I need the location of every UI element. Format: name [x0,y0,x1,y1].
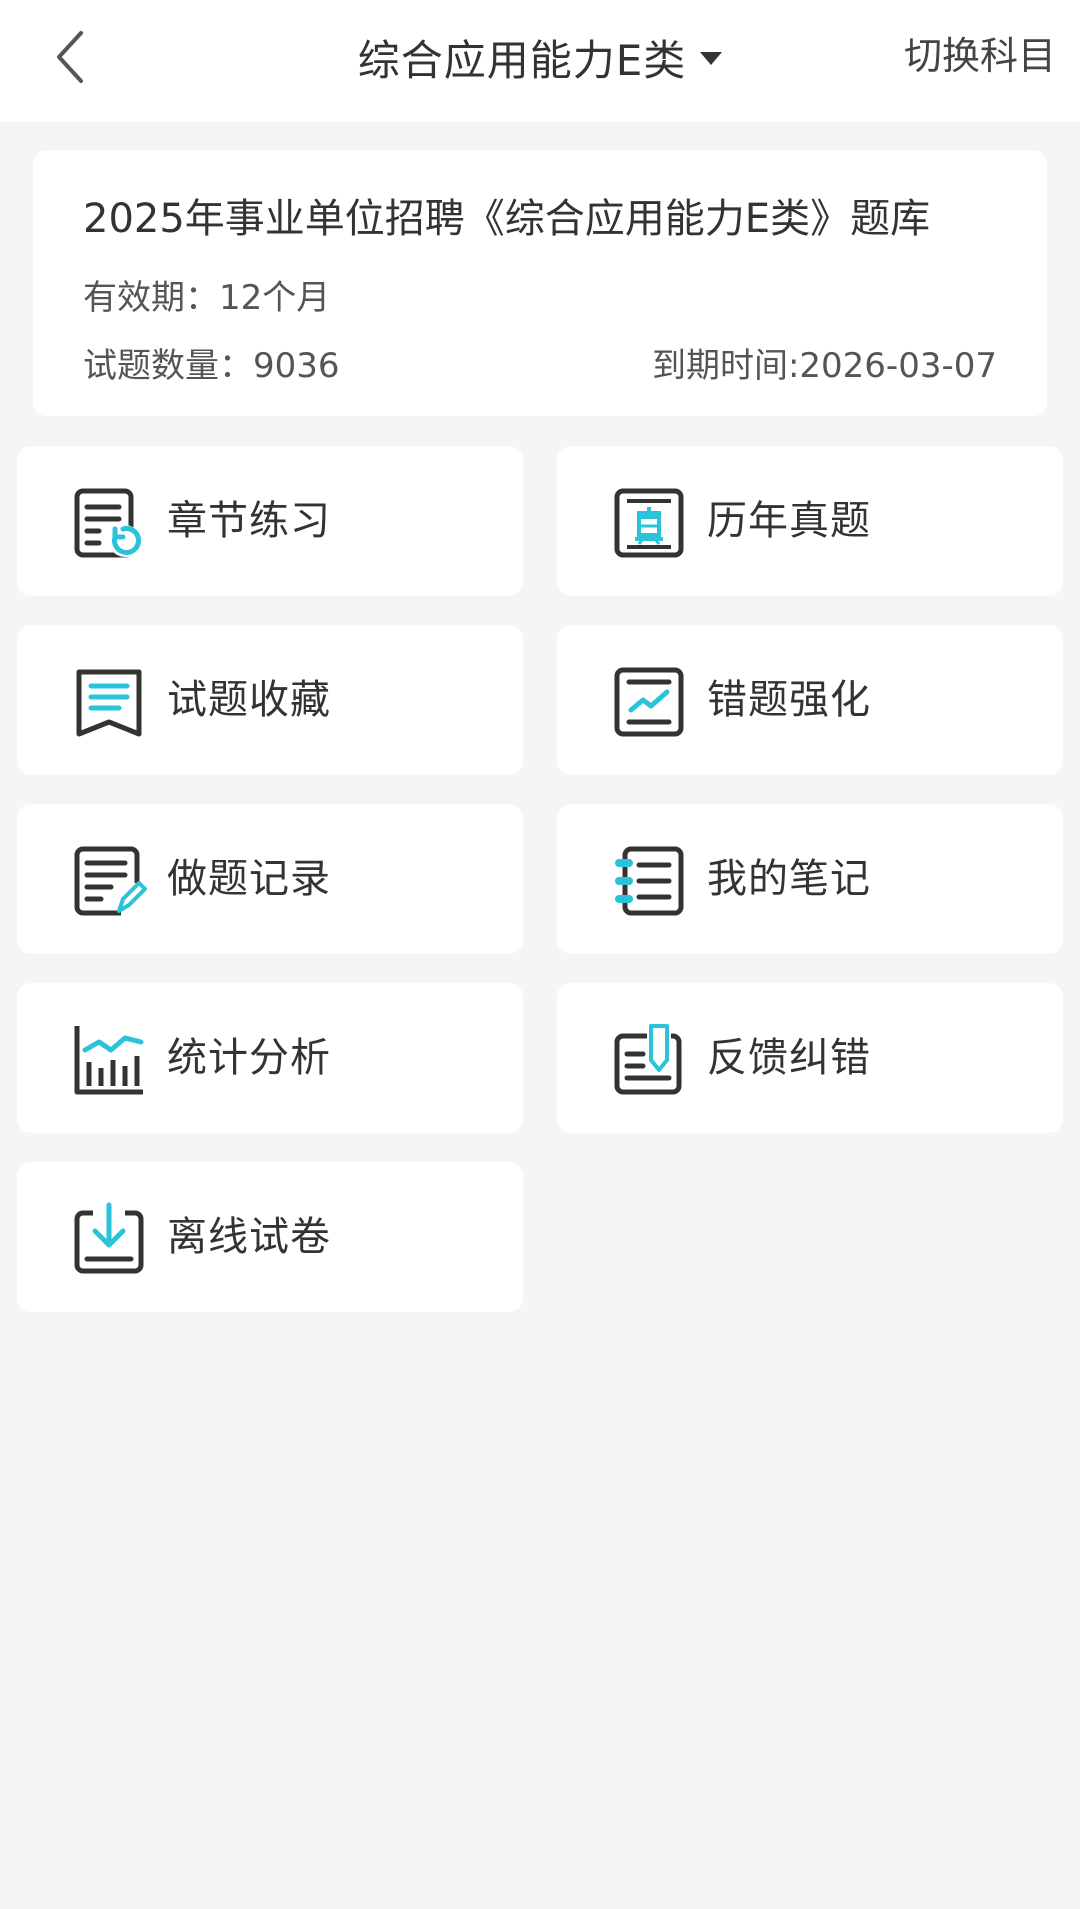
question-bank-info-card: 2025年事业单位招聘《综合应用能力E类》题库 有效期：12个月 试题数量：90… [33,150,1047,416]
menu-label: 错题强化 [707,677,871,723]
records-icon [74,846,147,916]
expire-date: 到期时间:2026-03-07 [651,346,997,386]
top-bar: 综合应用能力E类 切换科目 [0,0,1080,122]
bookmark-icon [76,669,142,737]
menu-label: 历年真题 [707,498,871,544]
bank-title: 2025年事业单位招聘《综合应用能力E类》题库 [83,196,931,242]
back-button[interactable] [36,22,106,92]
menu-offline-papers[interactable]: 离线试卷 [17,1162,523,1312]
switch-subject-button[interactable]: 切换科目 [904,28,1056,84]
notes-icon [615,846,684,916]
caret-down-icon [700,51,723,65]
chapter-practice-icon [74,488,141,558]
menu-label: 统计分析 [167,1035,331,1081]
menu-label: 章节练习 [167,498,331,544]
menu-notes[interactable]: 我的笔记 [557,804,1063,954]
menu-wrong-questions[interactable]: 错题强化 [557,625,1063,775]
offline-download-icon [74,1202,144,1274]
feedback-icon [614,1024,682,1095]
question-count: 试题数量：9036 [83,346,340,386]
menu-chapter-practice[interactable]: 章节练习 [17,446,523,596]
menu-bookmark[interactable]: 试题收藏 [17,625,523,775]
menu-label: 试题收藏 [167,677,331,723]
menu-statistics[interactable]: 统计分析 [17,983,523,1133]
menu-label: 反馈纠错 [707,1035,871,1081]
menu-feedback[interactable]: 反馈纠错 [557,983,1063,1133]
validity-period: 有效期：12个月 [83,278,331,318]
past-exams-icon [614,488,684,558]
menu-label: 我的笔记 [707,856,871,902]
menu-records[interactable]: 做题记录 [17,804,523,954]
statistics-icon [74,1026,144,1095]
chevron-left-icon [57,31,83,83]
page-title: 综合应用能力E类 [357,35,687,85]
subject-selector[interactable]: 综合应用能力E类 [260,22,820,92]
wrong-questions-icon [614,667,684,737]
menu-label: 离线试卷 [167,1214,331,1260]
menu-past-exams[interactable]: 历年真题 [557,446,1063,596]
menu-label: 做题记录 [167,856,331,902]
